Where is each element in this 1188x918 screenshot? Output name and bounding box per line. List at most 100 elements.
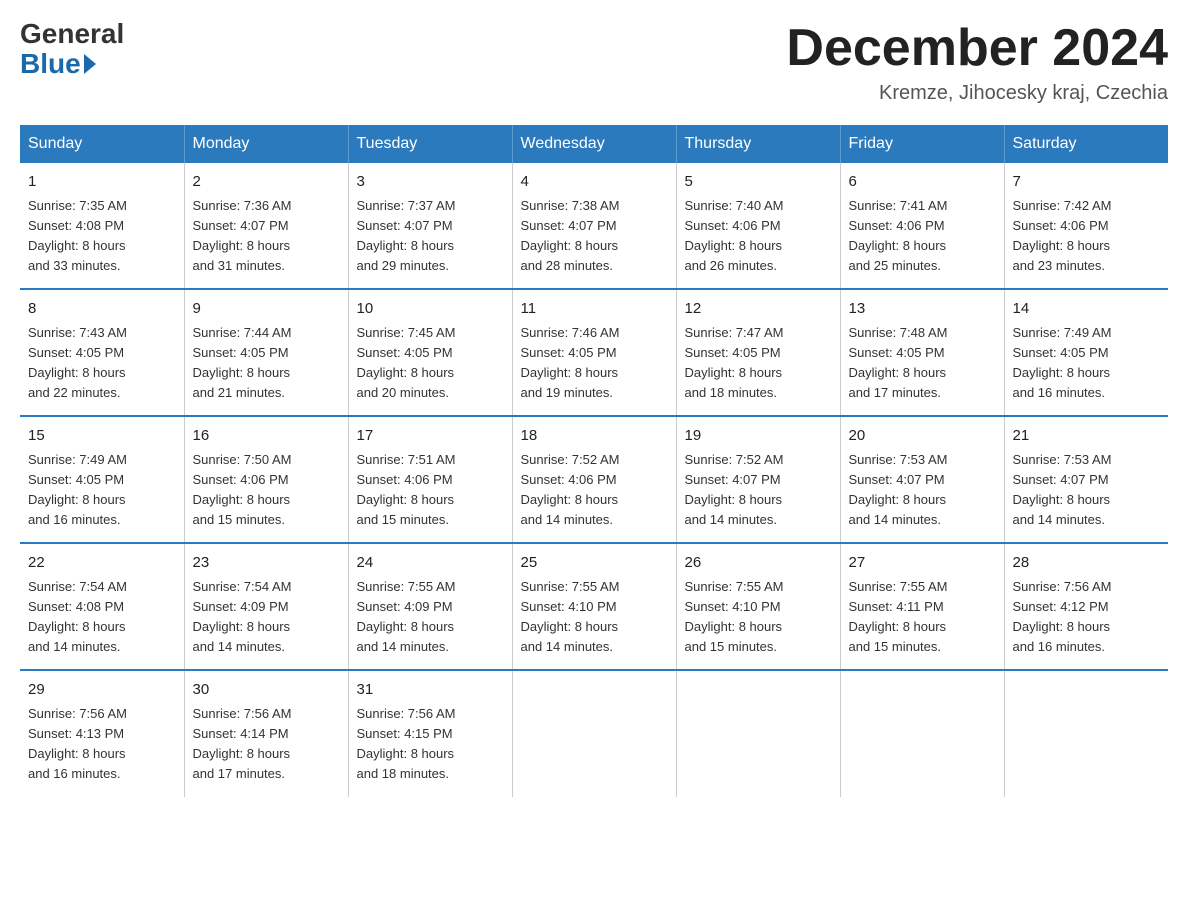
day-info: Sunrise: 7:47 AMSunset: 4:05 PMDaylight:… [685, 323, 832, 404]
calendar-table: SundayMondayTuesdayWednesdayThursdayFrid… [20, 125, 1168, 796]
day-number: 21 [1013, 425, 1161, 448]
day-info: Sunrise: 7:54 AMSunset: 4:08 PMDaylight:… [28, 577, 176, 658]
location-text: Kremze, Jihocesky kraj, Czechia [786, 82, 1168, 105]
day-info: Sunrise: 7:44 AMSunset: 4:05 PMDaylight:… [193, 323, 340, 404]
calendar-cell: 12Sunrise: 7:47 AMSunset: 4:05 PMDayligh… [676, 289, 840, 416]
calendar-cell: 18Sunrise: 7:52 AMSunset: 4:06 PMDayligh… [512, 416, 676, 543]
day-number: 23 [193, 552, 340, 575]
calendar-cell: 6Sunrise: 7:41 AMSunset: 4:06 PMDaylight… [840, 163, 1004, 289]
column-header-thursday: Thursday [676, 125, 840, 163]
calendar-cell [1004, 670, 1168, 796]
page-header: General Blue December 2024 Kremze, Jihoc… [20, 20, 1168, 105]
day-number: 18 [521, 425, 668, 448]
day-number: 3 [357, 171, 504, 194]
calendar-cell [840, 670, 1004, 796]
calendar-cell: 30Sunrise: 7:56 AMSunset: 4:14 PMDayligh… [184, 670, 348, 796]
day-number: 20 [849, 425, 996, 448]
day-info: Sunrise: 7:55 AMSunset: 4:11 PMDaylight:… [849, 577, 996, 658]
logo: General Blue [20, 20, 124, 80]
day-number: 17 [357, 425, 504, 448]
day-number: 5 [685, 171, 832, 194]
day-info: Sunrise: 7:49 AMSunset: 4:05 PMDaylight:… [28, 450, 176, 531]
calendar-week-row: 1Sunrise: 7:35 AMSunset: 4:08 PMDaylight… [20, 163, 1168, 289]
calendar-cell: 27Sunrise: 7:55 AMSunset: 4:11 PMDayligh… [840, 543, 1004, 670]
day-info: Sunrise: 7:42 AMSunset: 4:06 PMDaylight:… [1013, 196, 1161, 277]
column-header-friday: Friday [840, 125, 1004, 163]
calendar-week-row: 8Sunrise: 7:43 AMSunset: 4:05 PMDaylight… [20, 289, 1168, 416]
day-info: Sunrise: 7:50 AMSunset: 4:06 PMDaylight:… [193, 450, 340, 531]
calendar-cell: 7Sunrise: 7:42 AMSunset: 4:06 PMDaylight… [1004, 163, 1168, 289]
calendar-cell: 10Sunrise: 7:45 AMSunset: 4:05 PMDayligh… [348, 289, 512, 416]
day-number: 9 [193, 298, 340, 321]
day-info: Sunrise: 7:55 AMSunset: 4:09 PMDaylight:… [357, 577, 504, 658]
calendar-cell [512, 670, 676, 796]
day-number: 25 [521, 552, 668, 575]
day-number: 26 [685, 552, 832, 575]
day-number: 29 [28, 679, 176, 702]
day-info: Sunrise: 7:45 AMSunset: 4:05 PMDaylight:… [357, 323, 504, 404]
day-number: 8 [28, 298, 176, 321]
day-info: Sunrise: 7:35 AMSunset: 4:08 PMDaylight:… [28, 196, 176, 277]
calendar-cell: 20Sunrise: 7:53 AMSunset: 4:07 PMDayligh… [840, 416, 1004, 543]
calendar-cell: 19Sunrise: 7:52 AMSunset: 4:07 PMDayligh… [676, 416, 840, 543]
day-number: 1 [28, 171, 176, 194]
day-number: 31 [357, 679, 504, 702]
day-info: Sunrise: 7:38 AMSunset: 4:07 PMDaylight:… [521, 196, 668, 277]
calendar-cell: 28Sunrise: 7:56 AMSunset: 4:12 PMDayligh… [1004, 543, 1168, 670]
calendar-cell: 9Sunrise: 7:44 AMSunset: 4:05 PMDaylight… [184, 289, 348, 416]
day-number: 14 [1013, 298, 1161, 321]
day-number: 7 [1013, 171, 1161, 194]
day-info: Sunrise: 7:43 AMSunset: 4:05 PMDaylight:… [28, 323, 176, 404]
day-info: Sunrise: 7:49 AMSunset: 4:05 PMDaylight:… [1013, 323, 1161, 404]
day-number: 28 [1013, 552, 1161, 575]
day-number: 12 [685, 298, 832, 321]
calendar-cell: 21Sunrise: 7:53 AMSunset: 4:07 PMDayligh… [1004, 416, 1168, 543]
day-info: Sunrise: 7:56 AMSunset: 4:14 PMDaylight:… [193, 704, 340, 785]
day-info: Sunrise: 7:48 AMSunset: 4:05 PMDaylight:… [849, 323, 996, 404]
calendar-cell: 29Sunrise: 7:56 AMSunset: 4:13 PMDayligh… [20, 670, 184, 796]
day-info: Sunrise: 7:40 AMSunset: 4:06 PMDaylight:… [685, 196, 832, 277]
column-header-wednesday: Wednesday [512, 125, 676, 163]
calendar-cell: 3Sunrise: 7:37 AMSunset: 4:07 PMDaylight… [348, 163, 512, 289]
logo-blue-text: Blue [20, 48, 96, 80]
calendar-cell: 2Sunrise: 7:36 AMSunset: 4:07 PMDaylight… [184, 163, 348, 289]
day-number: 27 [849, 552, 996, 575]
calendar-cell: 31Sunrise: 7:56 AMSunset: 4:15 PMDayligh… [348, 670, 512, 796]
day-info: Sunrise: 7:36 AMSunset: 4:07 PMDaylight:… [193, 196, 340, 277]
title-block: December 2024 Kremze, Jihocesky kraj, Cz… [786, 20, 1168, 105]
column-header-monday: Monday [184, 125, 348, 163]
calendar-cell: 16Sunrise: 7:50 AMSunset: 4:06 PMDayligh… [184, 416, 348, 543]
day-number: 30 [193, 679, 340, 702]
column-header-sunday: Sunday [20, 125, 184, 163]
day-info: Sunrise: 7:53 AMSunset: 4:07 PMDaylight:… [849, 450, 996, 531]
logo-triangle-icon [84, 54, 96, 74]
day-number: 24 [357, 552, 504, 575]
day-number: 10 [357, 298, 504, 321]
calendar-cell: 25Sunrise: 7:55 AMSunset: 4:10 PMDayligh… [512, 543, 676, 670]
day-info: Sunrise: 7:56 AMSunset: 4:12 PMDaylight:… [1013, 577, 1161, 658]
day-info: Sunrise: 7:55 AMSunset: 4:10 PMDaylight:… [685, 577, 832, 658]
day-number: 22 [28, 552, 176, 575]
calendar-cell: 11Sunrise: 7:46 AMSunset: 4:05 PMDayligh… [512, 289, 676, 416]
calendar-header-row: SundayMondayTuesdayWednesdayThursdayFrid… [20, 125, 1168, 163]
day-info: Sunrise: 7:56 AMSunset: 4:15 PMDaylight:… [357, 704, 504, 785]
calendar-cell: 15Sunrise: 7:49 AMSunset: 4:05 PMDayligh… [20, 416, 184, 543]
calendar-cell [676, 670, 840, 796]
day-info: Sunrise: 7:53 AMSunset: 4:07 PMDaylight:… [1013, 450, 1161, 531]
day-number: 19 [685, 425, 832, 448]
calendar-week-row: 29Sunrise: 7:56 AMSunset: 4:13 PMDayligh… [20, 670, 1168, 796]
day-number: 4 [521, 171, 668, 194]
day-info: Sunrise: 7:52 AMSunset: 4:07 PMDaylight:… [685, 450, 832, 531]
day-info: Sunrise: 7:46 AMSunset: 4:05 PMDaylight:… [521, 323, 668, 404]
calendar-cell: 17Sunrise: 7:51 AMSunset: 4:06 PMDayligh… [348, 416, 512, 543]
day-info: Sunrise: 7:55 AMSunset: 4:10 PMDaylight:… [521, 577, 668, 658]
day-number: 16 [193, 425, 340, 448]
calendar-cell: 1Sunrise: 7:35 AMSunset: 4:08 PMDaylight… [20, 163, 184, 289]
calendar-cell: 26Sunrise: 7:55 AMSunset: 4:10 PMDayligh… [676, 543, 840, 670]
calendar-cell: 8Sunrise: 7:43 AMSunset: 4:05 PMDaylight… [20, 289, 184, 416]
month-title: December 2024 [786, 20, 1168, 77]
calendar-cell: 22Sunrise: 7:54 AMSunset: 4:08 PMDayligh… [20, 543, 184, 670]
calendar-cell: 4Sunrise: 7:38 AMSunset: 4:07 PMDaylight… [512, 163, 676, 289]
day-number: 6 [849, 171, 996, 194]
calendar-cell: 5Sunrise: 7:40 AMSunset: 4:06 PMDaylight… [676, 163, 840, 289]
